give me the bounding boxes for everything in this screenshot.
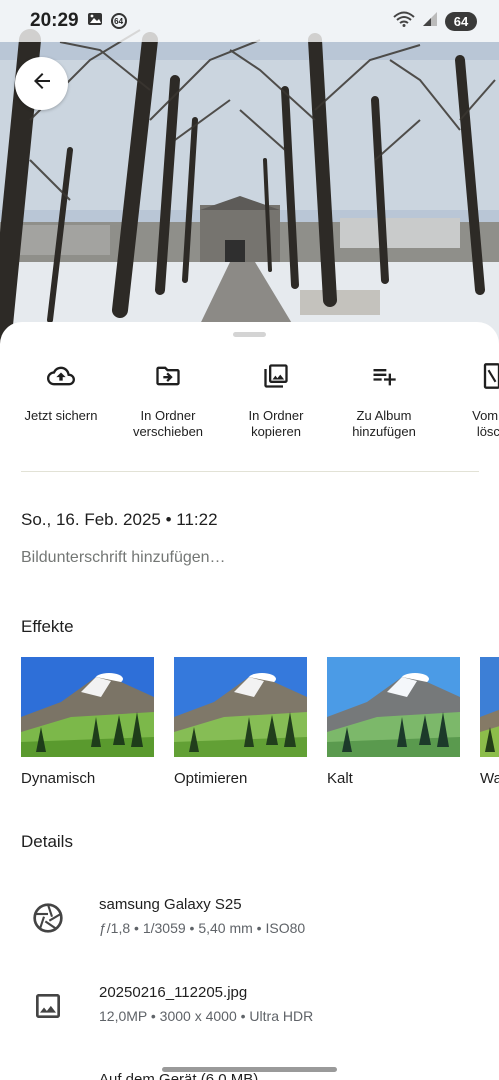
gesture-navigation-bar[interactable] — [162, 1067, 337, 1072]
photo-preview[interactable] — [0, 0, 499, 345]
action-label: Jetzt sichern — [24, 408, 98, 423]
effect-dynamisch[interactable]: Dynamisch — [21, 657, 154, 787]
status-bar: 20:29 64 64 — [0, 0, 499, 42]
effects-carousel[interactable]: Dynamisch Optimieren Kalt Wa — [21, 657, 499, 797]
battery-indicator: 64 — [445, 11, 477, 31]
action-label: Vom G lösch — [472, 408, 499, 439]
back-arrow-icon — [30, 69, 54, 98]
detail-camera[interactable]: samsung Galaxy S25 ƒ/1,8 • 1/3059 • 5,40… — [0, 896, 499, 956]
effects-title: Effekte — [21, 617, 74, 636]
detail-file[interactable]: 20250216_112205.jpg 12,0MP • 3000 x 4000… — [0, 984, 499, 1044]
delete-from-device-button[interactable]: Vom G lösch — [438, 360, 499, 440]
playlist-add-icon — [330, 360, 438, 392]
signal-icon — [423, 11, 437, 31]
cloud-upload-icon — [7, 360, 115, 392]
back-button[interactable] — [15, 57, 68, 110]
wifi-icon — [393, 11, 415, 32]
effect-kalt[interactable]: Kalt — [327, 657, 460, 787]
move-to-folder-button[interactable]: In Ordner verschieben — [114, 360, 222, 440]
effect-label: Wa — [480, 770, 499, 787]
gallery-notification-icon — [87, 11, 103, 32]
effect-optimieren[interactable]: Optimieren — [174, 657, 307, 787]
details-title: Details — [21, 832, 73, 851]
copy-to-folder-icon — [222, 360, 330, 392]
detail-subtitle: 12,0MP • 3000 x 4000 • Ultra HDR — [99, 1008, 314, 1024]
action-row: Jetzt sichern In Ordner verschieben In O… — [0, 360, 499, 450]
copy-to-folder-button[interactable]: In Ordner kopieren — [222, 360, 330, 440]
action-label: In Ordner verschieben — [132, 408, 204, 439]
drag-handle[interactable] — [233, 332, 266, 337]
detail-title: Auf dem Gerät (6,0 MB) — [99, 1071, 259, 1080]
image-icon — [32, 990, 64, 1022]
effect-label: Optimieren — [174, 770, 248, 787]
effect-thumbnail — [327, 657, 460, 757]
detail-title: 20250216_112205.jpg — [99, 984, 248, 1001]
folder-move-icon — [114, 360, 222, 392]
divider — [21, 471, 479, 472]
detail-storage[interactable]: Auf dem Gerät (6,0 MB) — [0, 1071, 499, 1080]
camera-aperture-icon — [32, 902, 64, 934]
caption-input[interactable]: Bildunterschrift hinzufügen… — [21, 549, 226, 567]
detail-title: samsung Galaxy S25 — [99, 896, 242, 913]
effect-warm[interactable]: Wa — [480, 657, 499, 787]
effect-thumbnail — [21, 657, 154, 757]
detail-subtitle: ƒ/1,8 • 1/3059 • 5,40 mm • ISO80 — [99, 920, 306, 936]
photo-datetime[interactable]: So., 16. Feb. 2025 • 11:22 — [21, 510, 218, 530]
backup-now-button[interactable]: Jetzt sichern — [7, 360, 115, 424]
notification-count-badge: 64 — [110, 13, 127, 29]
add-to-album-button[interactable]: Zu Album hinzufügen — [330, 360, 438, 440]
effect-label: Dynamisch — [21, 770, 96, 787]
status-time: 20:29 — [30, 10, 79, 31]
action-label: In Ordner kopieren — [248, 408, 304, 439]
effect-label: Kalt — [327, 770, 353, 787]
effect-thumbnail — [480, 657, 499, 757]
info-bottom-sheet: Jetzt sichern In Ordner verschieben In O… — [0, 322, 499, 1080]
effect-thumbnail — [174, 657, 307, 757]
phone-delete-icon — [438, 360, 499, 392]
action-label: Zu Album hinzufügen — [352, 408, 416, 439]
